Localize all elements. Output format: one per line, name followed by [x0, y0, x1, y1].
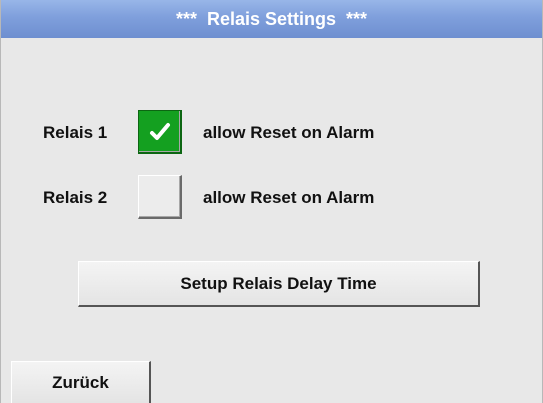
relais-1-checkbox[interactable]	[138, 110, 182, 154]
relais-1-option-label: allow Reset on Alarm	[203, 123, 375, 142]
relais-2-label: Relais 2	[43, 188, 108, 207]
setup-relais-delay-time-button[interactable]: Setup Relais Delay Time	[78, 261, 480, 307]
relais-1-label: Relais 1	[43, 123, 108, 142]
back-button[interactable]: Zurück	[11, 361, 151, 403]
relais-2-option-label: allow Reset on Alarm	[203, 188, 375, 207]
relais-settings-screen: *** Relais Settings *** Relais 1 allow R…	[0, 0, 543, 403]
title-bar: *** Relais Settings ***	[1, 0, 542, 38]
checkmark-icon	[150, 123, 170, 140]
relais-2-checkbox[interactable]	[138, 175, 182, 219]
